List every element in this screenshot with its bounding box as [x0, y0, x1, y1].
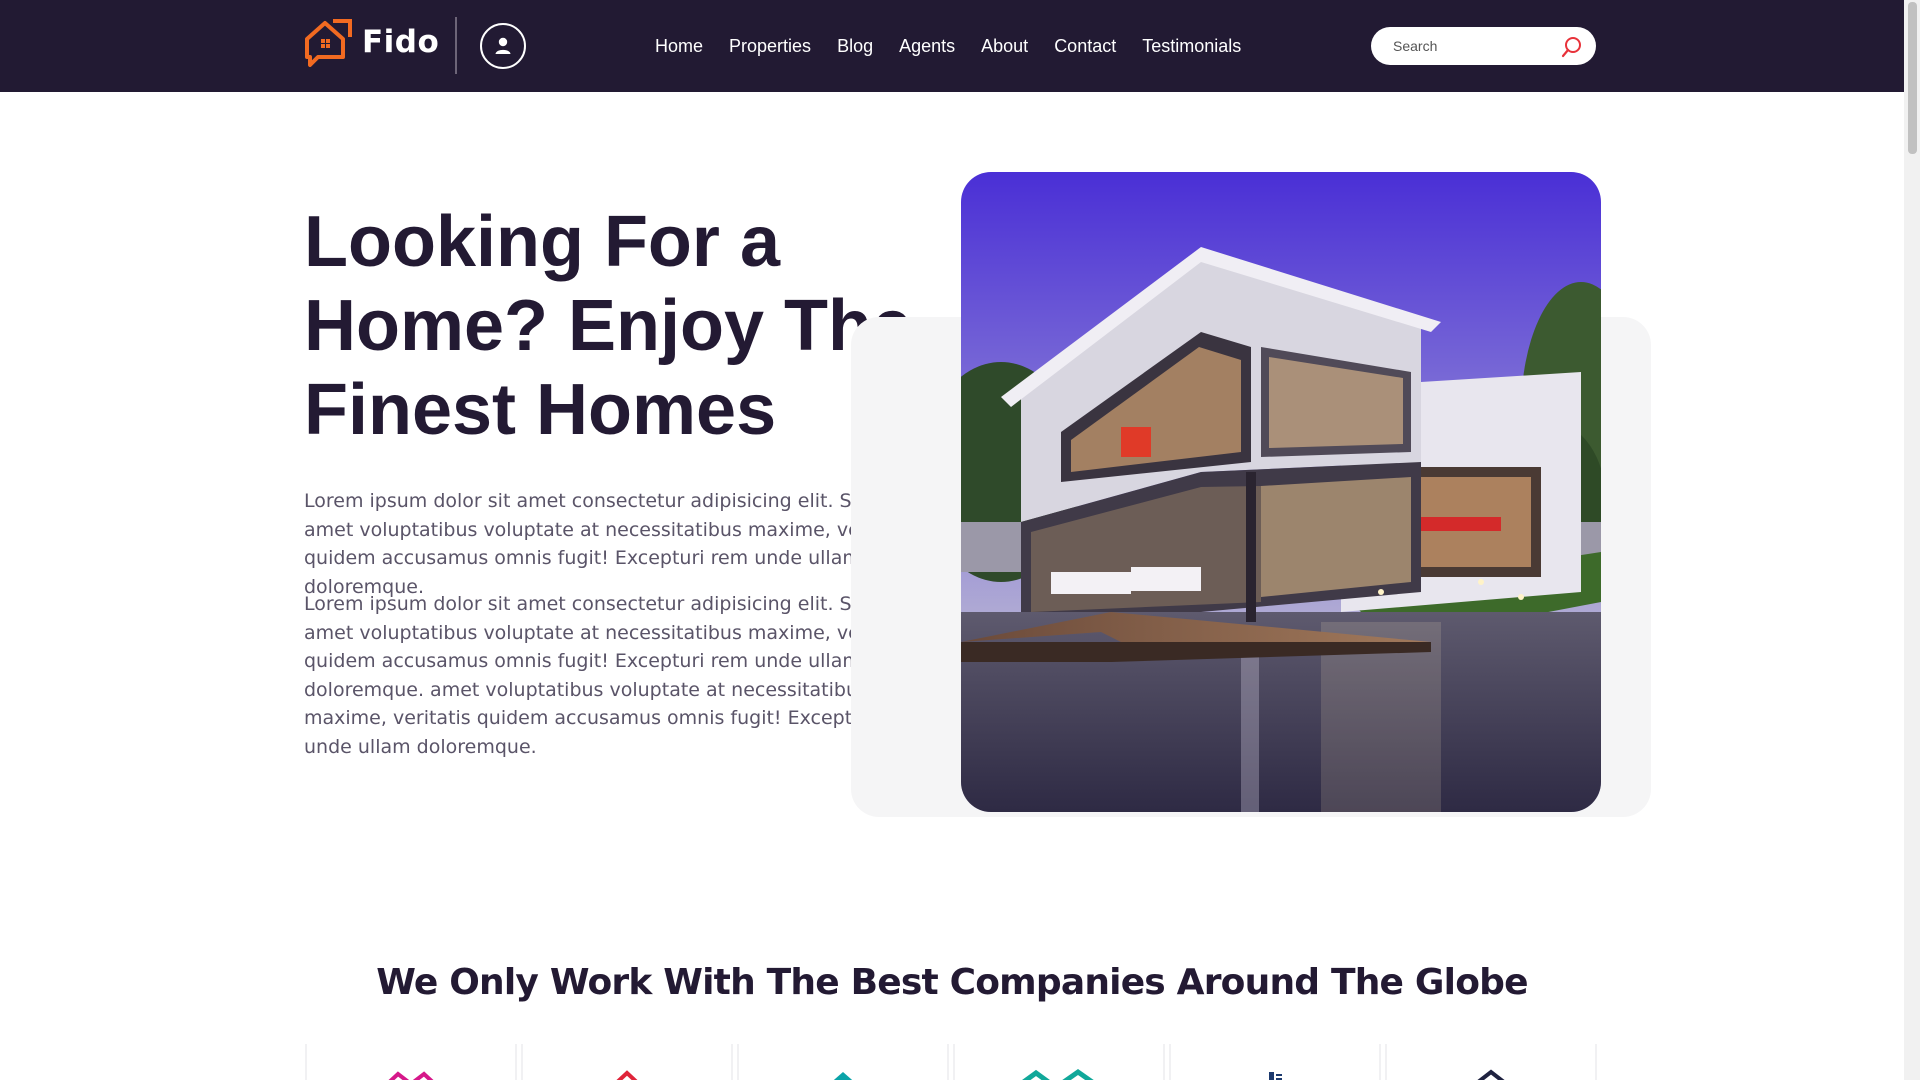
house-chat-logo-icon: [305, 19, 352, 67]
page-scrollbar[interactable]: [1904, 0, 1920, 1080]
nav-home[interactable]: Home: [655, 36, 703, 57]
hero-title: Looking For a Home? Enjoy The Finest Hom…: [304, 202, 913, 450]
green-double-roof-logo-icon: [1022, 1068, 1094, 1080]
scrollbar-thumb[interactable]: [1908, 2, 1917, 154]
top-navbar: Fido Home Properties Blog Agents About C…: [0, 0, 1904, 92]
brand-name: Fido: [362, 24, 440, 60]
navy-building-logo-icon: [1269, 1072, 1282, 1080]
nav-testimonials[interactable]: Testimonials: [1142, 36, 1241, 57]
partner-card[interactable]: [953, 1044, 1165, 1080]
partners-title: We Only Work With The Best Companies Aro…: [376, 962, 1528, 1003]
main-nav: Home Properties Blog Agents About Contac…: [655, 0, 1267, 92]
user-account-button[interactable]: [480, 23, 526, 69]
red-roof-logo-icon: [616, 1070, 638, 1080]
partner-card[interactable]: [1169, 1044, 1381, 1080]
brand-logo[interactable]: Fido: [304, 17, 439, 67]
user-icon: [495, 37, 511, 54]
dark-roof-logo-icon: [1477, 1069, 1505, 1080]
hero-house-image: [961, 172, 1601, 812]
nav-blog[interactable]: Blog: [837, 36, 873, 57]
partner-card[interactable]: [737, 1044, 949, 1080]
nav-about[interactable]: About: [981, 36, 1028, 57]
teal-house-logo-icon: [833, 1072, 853, 1080]
partner-logos-row: [305, 1044, 1601, 1080]
nav-properties[interactable]: Properties: [729, 36, 811, 57]
nav-contact[interactable]: Contact: [1054, 36, 1116, 57]
search-icon[interactable]: [1561, 36, 1583, 58]
partner-card[interactable]: [1385, 1044, 1597, 1080]
search-input[interactable]: [1393, 38, 1573, 54]
nav-agents[interactable]: Agents: [899, 36, 955, 57]
magenta-roof-logo-icon: [388, 1071, 434, 1080]
partner-card[interactable]: [521, 1044, 733, 1080]
header-divider: [455, 17, 457, 74]
partner-card[interactable]: [305, 1044, 517, 1080]
search-box: [1371, 27, 1596, 65]
